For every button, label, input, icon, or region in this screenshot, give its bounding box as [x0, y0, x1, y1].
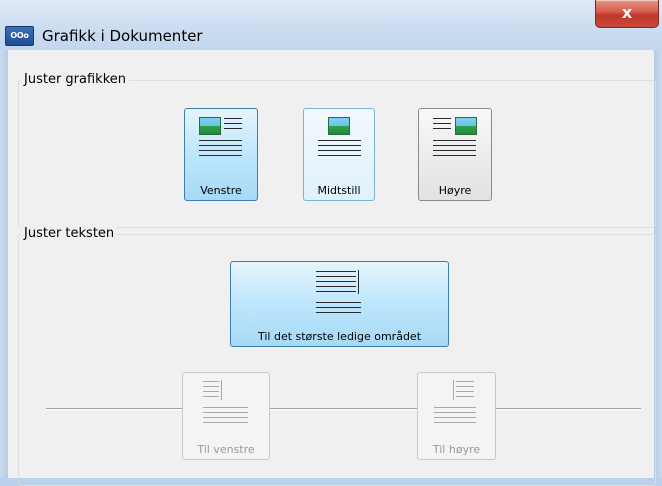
separator	[46, 408, 641, 410]
close-button[interactable]: x	[595, 0, 659, 28]
dialog-body: Juster grafikken Venstre Midtstill Høyre…	[8, 50, 656, 486]
text-largest-area-button[interactable]: Til det største ledige området	[230, 261, 449, 347]
text-left-button[interactable]: Til venstre	[182, 372, 270, 460]
title-bar[interactable]: OOo Grafikk i Dokumenter x	[0, 0, 662, 51]
text-largest-area-label: Til det største ledige området	[257, 330, 422, 343]
align-graphic-left-label: Venstre	[200, 184, 242, 197]
align-graphic-left-button[interactable]: Venstre	[184, 108, 258, 201]
align-text-label: Juster teksten	[21, 226, 118, 242]
text-right-label: Til høyre	[432, 443, 481, 456]
align-graphic-right-label: Høyre	[438, 184, 472, 197]
window-frame-left	[0, 50, 8, 478]
text-right-button[interactable]: Til høyre	[417, 372, 496, 460]
align-graphic-right-button[interactable]: Høyre	[418, 108, 492, 201]
align-graphic-center-button[interactable]: Midtstill	[303, 108, 375, 201]
window-title: Grafikk i Dokumenter	[42, 27, 203, 45]
app-icon: OOo	[5, 26, 34, 46]
align-graphic-label: Juster grafikken	[21, 72, 130, 88]
align-graphic-center-label: Midtstill	[317, 184, 361, 197]
text-left-label: Til venstre	[197, 443, 255, 456]
